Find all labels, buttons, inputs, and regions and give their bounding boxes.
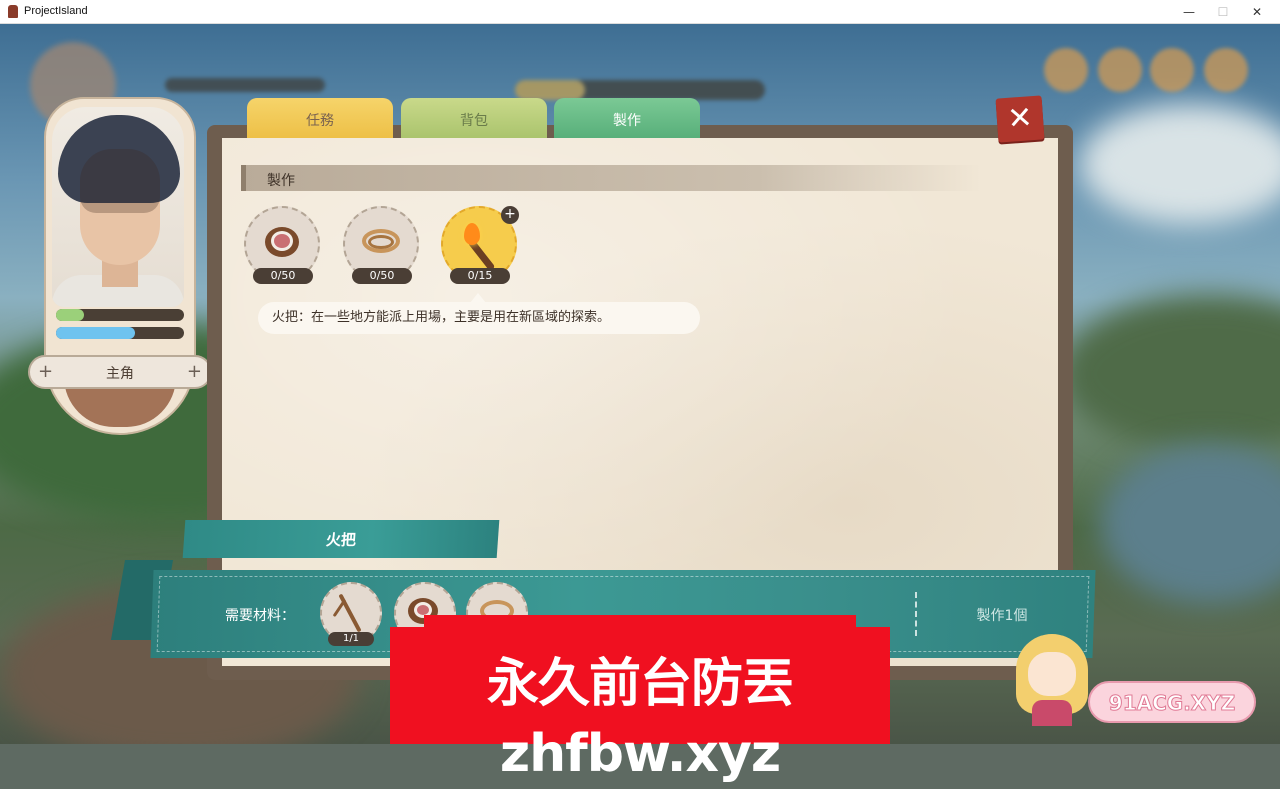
character-portrait bbox=[52, 107, 184, 307]
material-twig[interactable]: 1/1 bbox=[320, 582, 384, 646]
ad-banner: 永久前台防丟zhfbw.xyz bbox=[390, 627, 890, 784]
section-title: 製作 bbox=[267, 173, 295, 189]
item-count: 0/50 bbox=[253, 268, 313, 284]
hud-bar bbox=[165, 78, 325, 92]
recipe-name-ribbon: 火把 bbox=[182, 520, 500, 558]
close-menu-button[interactable]: ✕ bbox=[995, 95, 1045, 143]
item-count: 0/50 bbox=[352, 268, 412, 284]
craft-item-torch[interactable]: + 0/15 bbox=[440, 205, 520, 285]
craft-item-coconut[interactable]: 0/50 bbox=[243, 205, 323, 285]
mascot-image bbox=[1010, 630, 1094, 726]
item-description-tooltip: 火把：在一些地方能派上用場，主要是用在新區域的探索。 bbox=[258, 302, 700, 334]
tab-craft[interactable]: 製作 bbox=[554, 98, 700, 140]
character-name: 主角 bbox=[106, 366, 134, 382]
coconut-icon bbox=[265, 227, 299, 257]
tab-quests[interactable]: 任務 bbox=[247, 98, 393, 140]
app-icon bbox=[8, 5, 18, 18]
item-count: 0/15 bbox=[450, 268, 510, 284]
character-namebar: + 主角 + bbox=[28, 355, 212, 389]
craft-item-rope[interactable]: 0/50 bbox=[342, 205, 422, 285]
hud-button bbox=[1204, 48, 1248, 92]
material-count: 1/1 bbox=[328, 632, 374, 646]
hud-button bbox=[1150, 48, 1194, 92]
character-card: + 主角 + bbox=[28, 97, 212, 437]
section-header: 製作 bbox=[241, 165, 981, 191]
hp-bar bbox=[56, 309, 184, 321]
window-close-button[interactable]: ✕ bbox=[1234, 0, 1280, 24]
window-titlebar: ProjectIsland — ☐ ✕ bbox=[0, 0, 1280, 24]
materials-label: 需要材料： bbox=[225, 608, 295, 624]
watermark-logo: 91ACG.XYZ bbox=[1088, 681, 1256, 723]
hud-button bbox=[1098, 48, 1142, 92]
next-character-button[interactable]: + bbox=[187, 360, 202, 384]
watermark-text: 91ACG.XYZ bbox=[1108, 691, 1236, 716]
ad-banner-text: 永久前台防丟zhfbw.xyz bbox=[486, 654, 794, 784]
window-title: ProjectIsland bbox=[24, 5, 88, 17]
hud-button bbox=[1044, 48, 1088, 92]
ribbon-divider bbox=[915, 592, 917, 636]
mp-bar bbox=[56, 327, 184, 339]
tab-bag[interactable]: 背包 bbox=[401, 98, 547, 140]
add-icon[interactable]: + bbox=[501, 206, 519, 224]
recipe-name: 火把 bbox=[325, 531, 357, 549]
craft-one-button[interactable]: 製作1個 bbox=[960, 605, 1044, 625]
hud-progress bbox=[515, 80, 765, 100]
